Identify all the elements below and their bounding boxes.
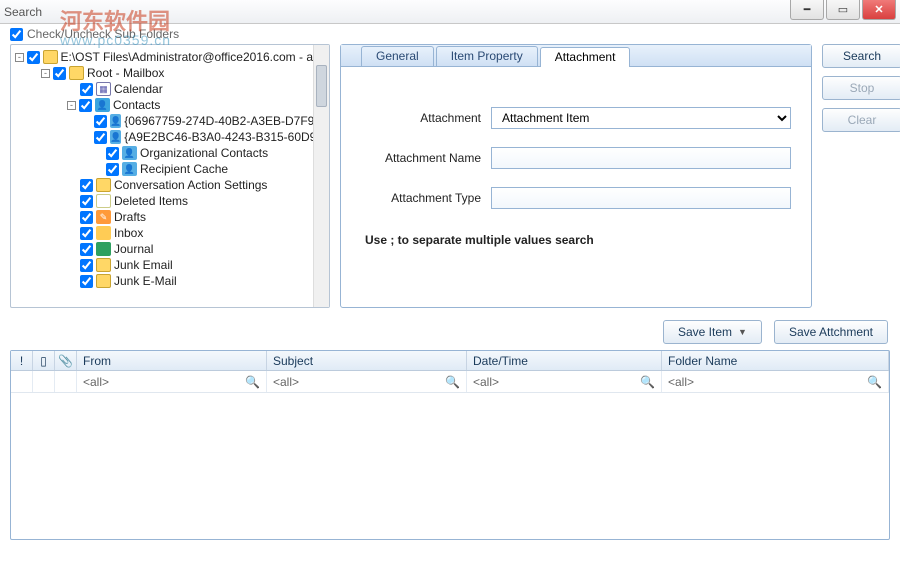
tree-check[interactable] <box>106 163 119 176</box>
tree-label: Journal <box>114 241 153 257</box>
stop-button[interactable]: Stop <box>822 76 900 100</box>
tree-check[interactable] <box>94 131 107 144</box>
paperclip-icon: 📎 <box>58 354 73 368</box>
col-from[interactable]: From <box>77 351 267 370</box>
check-sub-folders-checkbox[interactable] <box>10 28 23 41</box>
filter-from[interactable]: <all>🔍 <box>77 371 267 392</box>
grid-filter-row: <all>🔍 <all>🔍 <all>🔍 <all>🔍 <box>11 371 889 393</box>
tree-check[interactable] <box>80 227 93 240</box>
save-attachment-button[interactable]: Save Attchment <box>774 320 888 344</box>
tree-check[interactable] <box>80 259 93 272</box>
tab-general[interactable]: General <box>361 46 434 66</box>
col-folder[interactable]: Folder Name <box>662 351 889 370</box>
tree-check[interactable] <box>80 211 93 224</box>
attachment-type-input[interactable] <box>491 187 791 209</box>
tree-label: Calendar <box>114 81 163 97</box>
chevron-down-icon: ▼ <box>738 321 747 343</box>
tree-label: Drafts <box>114 209 146 225</box>
search-icon: 🔍 <box>867 375 882 389</box>
col-subject[interactable]: Subject <box>267 351 467 370</box>
col-attachment[interactable]: 📎 <box>55 351 77 370</box>
folder-icon <box>96 258 111 272</box>
tree-check[interactable] <box>80 243 93 256</box>
tree-label: Root - Mailbox <box>87 65 164 81</box>
tree-label: Junk E-Mail <box>114 273 177 289</box>
sub-toolbar: Check/Uncheck Sub Folders <box>0 24 900 44</box>
tree-check[interactable] <box>80 195 93 208</box>
col-flag[interactable]: ▯ <box>33 351 55 370</box>
folder-tree[interactable]: -E:\OST Files\Administrator@office2016.c… <box>11 45 313 307</box>
tree-check[interactable] <box>80 179 93 192</box>
tree-root-label: E:\OST Files\Administrator@office2016.co… <box>61 49 314 65</box>
calendar-icon: ▦ <box>96 82 111 96</box>
contacts-icon: 👤 <box>95 98 110 112</box>
attachment-type-label: Attachment Type <box>361 191 481 205</box>
tree-label: Inbox <box>114 225 143 241</box>
disk-icon <box>43 50 58 64</box>
tree-scrollbar[interactable] <box>313 45 329 307</box>
deleted-icon: ✦ <box>96 194 111 208</box>
tree-label: Junk Email <box>114 257 173 273</box>
hint-text: Use ; to separate multiple values search <box>361 227 791 247</box>
tree-label: Conversation Action Settings <box>114 177 267 193</box>
tree-label: {A9E2BC46-B3A0-4243-B315-60D9 <box>124 129 313 145</box>
tree-label: {06967759-274D-40B2-A3EB-D7F9 <box>124 113 313 129</box>
search-criteria-panel: General Item Property Attachment Attachm… <box>340 44 812 308</box>
tree-check[interactable] <box>94 115 107 128</box>
search-button[interactable]: Search <box>822 44 900 68</box>
tree-label: Contacts <box>113 97 160 113</box>
folder-tree-panel: -E:\OST Files\Administrator@office2016.c… <box>10 44 330 308</box>
person-icon: 👤 <box>110 130 121 144</box>
person-icon: 👤 <box>122 146 137 160</box>
tree-check[interactable] <box>106 147 119 160</box>
col-importance[interactable]: ! <box>11 351 33 370</box>
inbox-icon <box>96 226 111 240</box>
attachment-name-input[interactable] <box>491 147 791 169</box>
filter-subject[interactable]: <all>🔍 <box>267 371 467 392</box>
tab-bar: General Item Property Attachment <box>341 45 811 67</box>
filter-date[interactable]: <all>🔍 <box>467 371 662 392</box>
check-sub-folders-label: Check/Uncheck Sub Folders <box>27 27 179 41</box>
folder-icon <box>96 274 111 288</box>
person-icon: 👤 <box>122 162 137 176</box>
tree-label: Recipient Cache <box>140 161 228 177</box>
filter-folder[interactable]: <all>🔍 <box>662 371 889 392</box>
folder-icon <box>69 66 84 80</box>
search-icon: 🔍 <box>245 375 260 389</box>
action-buttons: Search Stop Clear <box>822 44 900 308</box>
tab-attachment[interactable]: Attachment <box>540 47 631 67</box>
col-datetime[interactable]: Date/Time <box>467 351 662 370</box>
tree-check[interactable] <box>80 83 93 96</box>
tree-check[interactable] <box>53 67 66 80</box>
journal-icon <box>96 242 111 256</box>
results-grid: ! ▯ 📎 From Subject Date/Time Folder Name… <box>10 350 890 540</box>
close-button[interactable]: ✕ <box>862 0 896 20</box>
attachment-label: Attachment <box>361 111 481 125</box>
search-icon: 🔍 <box>640 375 655 389</box>
drafts-icon: ✎ <box>96 210 111 224</box>
search-icon: 🔍 <box>445 375 460 389</box>
tree-label: Deleted Items <box>114 193 188 209</box>
save-item-button[interactable]: Save Item▼ <box>663 320 762 344</box>
person-icon: 👤 <box>110 114 121 128</box>
window-title: Search <box>4 5 42 19</box>
grid-header: ! ▯ 📎 From Subject Date/Time Folder Name <box>11 351 889 371</box>
window-buttons: ━ ▭ ✕ <box>790 0 896 20</box>
tree-check[interactable] <box>80 275 93 288</box>
tree-check[interactable] <box>79 99 92 112</box>
minimize-button[interactable]: ━ <box>790 0 824 20</box>
clear-button[interactable]: Clear <box>822 108 900 132</box>
tree-label: Organizational Contacts <box>140 145 268 161</box>
save-buttons-row: Save Item▼ Save Attchment <box>0 314 900 350</box>
flag-icon: ▯ <box>40 354 47 368</box>
attachment-form: Attachment Attachment Item Attachment Na… <box>341 67 811 257</box>
attachment-select[interactable]: Attachment Item <box>491 107 791 129</box>
maximize-button[interactable]: ▭ <box>826 0 860 20</box>
title-bar: Search ━ ▭ ✕ <box>0 0 900 24</box>
tree-check[interactable] <box>27 51 40 64</box>
tab-item-property[interactable]: Item Property <box>436 46 538 66</box>
attachment-name-label: Attachment Name <box>361 151 481 165</box>
folder-icon <box>96 178 111 192</box>
